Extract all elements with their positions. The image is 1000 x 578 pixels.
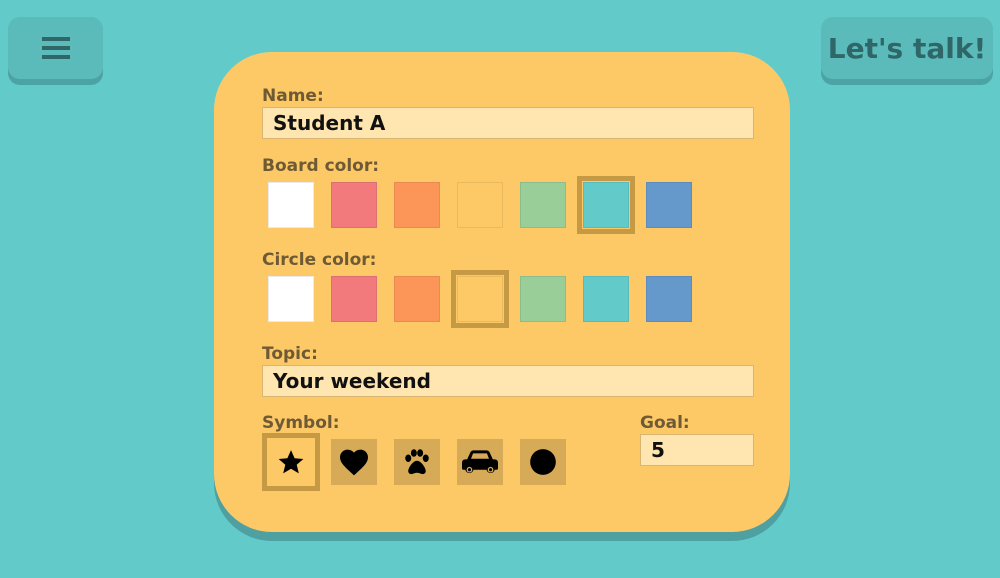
board-color-swatch-fill	[457, 182, 503, 228]
board-color-swatch[interactable]	[262, 176, 320, 234]
circle-color-swatch-fill	[646, 276, 692, 322]
star-icon	[277, 448, 305, 476]
heart-icon	[338, 448, 370, 476]
board-color-swatch[interactable]	[640, 176, 698, 234]
board-color-swatch-fill	[331, 182, 377, 228]
board-color-swatch-fill	[268, 182, 314, 228]
hamburger-menu-icon	[41, 37, 70, 59]
circle-color-swatch-fill	[520, 276, 566, 322]
circle-color-swatch[interactable]	[514, 270, 572, 328]
board-color-swatch[interactable]	[388, 176, 446, 234]
board-color-swatch[interactable]	[451, 176, 509, 234]
car-icon	[462, 449, 498, 475]
goal-input[interactable]: 5	[640, 434, 754, 466]
symbol-option-car[interactable]	[451, 433, 509, 491]
topic-input[interactable]: Your weekend	[262, 365, 754, 397]
circle-color-swatch[interactable]	[325, 270, 383, 328]
circle-color-swatch[interactable]	[451, 270, 509, 328]
symbol-tile	[394, 439, 440, 485]
name-input[interactable]: Student A	[262, 107, 754, 139]
topic-label: Topic:	[262, 344, 318, 364]
name-label: Name:	[262, 86, 324, 106]
board-color-swatch-fill	[583, 182, 629, 228]
lets-talk-button[interactable]: Let's talk!	[821, 17, 993, 79]
circle-color-swatch[interactable]	[262, 270, 320, 328]
board-color-swatch[interactable]	[577, 176, 635, 234]
menu-button[interactable]	[8, 17, 103, 79]
symbol-tile	[331, 439, 377, 485]
symbol-tile	[268, 439, 314, 485]
circle-color-swatch-fill	[583, 276, 629, 322]
board-color-label: Board color:	[262, 156, 380, 176]
board-color-swatch[interactable]	[514, 176, 572, 234]
symbol-tile	[457, 439, 503, 485]
circle-color-label: Circle color:	[262, 250, 377, 270]
circle-color-swatch-fill	[394, 276, 440, 322]
board-color-swatch-fill	[646, 182, 692, 228]
circle-color-swatch-fill	[268, 276, 314, 322]
circle-icon	[529, 448, 557, 476]
symbol-option-star[interactable]	[262, 433, 320, 491]
board-color-swatch[interactable]	[325, 176, 383, 234]
symbol-tile	[520, 439, 566, 485]
circle-color-swatch[interactable]	[640, 270, 698, 328]
symbol-option-paw[interactable]	[388, 433, 446, 491]
circle-color-swatch-fill	[457, 276, 503, 322]
symbol-option-circle[interactable]	[514, 433, 572, 491]
settings-card: Name: Student A Board color: Circle colo…	[214, 52, 790, 532]
board-color-swatch-fill	[394, 182, 440, 228]
circle-color-swatch[interactable]	[388, 270, 446, 328]
circle-color-swatch[interactable]	[577, 270, 635, 328]
symbol-label: Symbol:	[262, 413, 340, 433]
board-color-swatch-fill	[520, 182, 566, 228]
symbol-option-heart[interactable]	[325, 433, 383, 491]
goal-label: Goal:	[640, 413, 690, 433]
circle-color-swatch-fill	[331, 276, 377, 322]
paw-icon	[402, 448, 432, 476]
